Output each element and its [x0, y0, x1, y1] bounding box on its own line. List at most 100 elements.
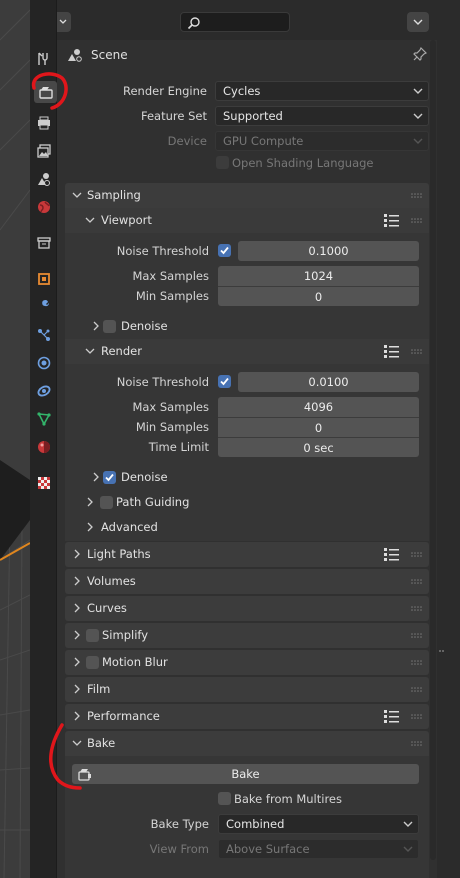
tab-constraints[interactable]	[33, 380, 54, 402]
bake-button-label: Bake	[231, 767, 260, 781]
drag-grip-icon[interactable]	[411, 349, 423, 355]
scene-icon	[68, 49, 82, 62]
time-limit-label: Time Limit	[148, 440, 209, 454]
tab-collection[interactable]	[33, 232, 54, 254]
presets-list-icon[interactable]	[384, 214, 400, 227]
drag-grip-icon[interactable]	[411, 660, 423, 666]
chevron-right-icon	[93, 472, 99, 482]
bake-type-dropdown[interactable]: Combined	[218, 814, 419, 834]
advanced-subpanel-header[interactable]: Advanced	[65, 515, 429, 540]
feature-set-dropdown[interactable]: Supported	[215, 106, 429, 126]
tab-material[interactable]	[33, 436, 54, 458]
bake-title: Bake	[87, 736, 116, 750]
viewport-denoise-subpanel-header[interactable]: Denoise	[65, 314, 429, 339]
tab-scene[interactable]	[33, 168, 54, 190]
presets-list-icon[interactable]	[384, 548, 400, 561]
motion-blur-panel-header[interactable]: Motion Blur	[65, 650, 429, 675]
path-guiding-label: Path Guiding	[116, 495, 190, 509]
viewport-min-samples-field[interactable]: 0	[218, 286, 419, 306]
chevron-right-icon	[87, 497, 93, 507]
tab-object[interactable]	[33, 268, 54, 290]
device-value: GPU Compute	[223, 134, 304, 148]
view-from-label: View From	[149, 842, 209, 856]
chevron-down-icon	[403, 846, 413, 852]
render-max-samples-field[interactable]: 4096	[218, 397, 419, 417]
render-noise-threshold-label: Noise Threshold	[116, 375, 209, 389]
viewport-denoise-checkbox[interactable]	[103, 320, 116, 333]
drag-grip-icon[interactable]	[411, 193, 423, 199]
motion-blur-checkbox[interactable]	[86, 656, 99, 669]
chevron-right-icon	[74, 549, 80, 559]
simplify-panel-header[interactable]: Simplify	[65, 623, 429, 648]
options-dropdown-button[interactable]	[407, 12, 429, 32]
simplify-checkbox[interactable]	[86, 629, 99, 642]
chevron-right-icon	[74, 684, 80, 694]
render-subpanel-header[interactable]: Render	[65, 339, 429, 364]
motion-blur-title: Motion Blur	[102, 655, 168, 669]
device-label: Device	[167, 134, 207, 148]
tab-render[interactable]	[34, 81, 57, 103]
tab-output[interactable]	[33, 112, 54, 134]
feature-set-value: Supported	[223, 109, 283, 123]
viewport-noise-threshold-field[interactable]: 0.1000	[238, 241, 419, 261]
volumes-panel-header[interactable]: Volumes	[65, 569, 429, 594]
tab-modifiers[interactable]	[33, 296, 54, 318]
drag-grip-icon[interactable]	[411, 218, 423, 224]
particles-icon	[37, 329, 50, 341]
volumes-title: Volumes	[87, 574, 136, 588]
bake-button[interactable]: Bake	[72, 764, 419, 784]
drag-grip-icon[interactable]	[411, 633, 423, 639]
render-denoise-subpanel-header[interactable]: Denoise	[65, 465, 429, 490]
3d-viewport-edge[interactable]	[0, 0, 30, 878]
presets-list-icon[interactable]	[384, 710, 400, 723]
bake-type-label: Bake Type	[150, 817, 209, 831]
pin-icon[interactable]	[413, 47, 427, 61]
render-noise-threshold-checkbox[interactable]	[218, 375, 231, 388]
render-noise-threshold-field[interactable]: 0.0100	[238, 372, 419, 392]
path-guiding-checkbox[interactable]	[100, 496, 113, 509]
drag-grip-icon[interactable]	[411, 552, 423, 558]
viewport-noise-threshold-checkbox[interactable]	[218, 244, 231, 257]
time-limit-field[interactable]: 0 sec	[218, 437, 419, 457]
film-panel-header[interactable]: Film	[65, 677, 429, 702]
tab-particles[interactable]	[33, 324, 54, 346]
vertical-scrollbar[interactable]	[430, 40, 436, 860]
checker-texture-icon	[37, 477, 50, 489]
sampling-panel-header[interactable]: Sampling	[65, 183, 429, 208]
tab-physics[interactable]	[33, 352, 54, 374]
chevron-down-icon	[413, 88, 423, 94]
light-paths-panel-header[interactable]: Light Paths	[65, 542, 429, 567]
render-denoise-checkbox[interactable]	[103, 471, 116, 484]
render-min-samples-label: Min Samples	[135, 420, 209, 434]
tab-tool[interactable]	[33, 48, 54, 70]
region-toggle-dots-icon[interactable]	[437, 0, 460, 878]
tab-data[interactable]	[33, 408, 54, 430]
printer-icon	[37, 116, 50, 130]
tab-world[interactable]	[33, 196, 54, 218]
drag-grip-icon[interactable]	[411, 579, 423, 585]
performance-panel-header[interactable]: Performance	[65, 704, 429, 729]
chevron-right-icon	[74, 711, 80, 721]
curves-panel-header[interactable]: Curves	[65, 596, 429, 621]
path-guiding-subpanel-header[interactable]: Path Guiding	[65, 490, 429, 515]
bake-from-multires-checkbox[interactable]	[218, 792, 231, 805]
bake-from-multires-label: Bake from Multires	[234, 792, 342, 806]
tab-texture[interactable]	[33, 472, 54, 494]
tab-view-layer[interactable]	[33, 140, 54, 162]
search-input[interactable]	[180, 12, 290, 32]
bake-type-value: Combined	[226, 817, 285, 831]
drag-grip-icon[interactable]	[411, 714, 423, 720]
viewport-min-samples-label: Min Samples	[135, 289, 209, 303]
bake-panel-header[interactable]: Bake	[65, 731, 429, 756]
render-engine-value: Cycles	[223, 84, 261, 98]
viewport-max-samples-field[interactable]: 1024	[218, 266, 419, 286]
render-engine-dropdown[interactable]: Cycles	[215, 81, 429, 101]
drag-grip-icon[interactable]	[411, 606, 423, 612]
drag-grip-icon[interactable]	[411, 687, 423, 693]
render-min-samples-field[interactable]: 0	[218, 417, 419, 437]
presets-list-icon[interactable]	[384, 345, 400, 358]
physics-orbit-icon	[37, 356, 50, 370]
world-icon	[37, 201, 50, 213]
drag-grip-icon[interactable]	[411, 741, 423, 747]
viewport-subpanel-header[interactable]: Viewport	[65, 208, 429, 233]
